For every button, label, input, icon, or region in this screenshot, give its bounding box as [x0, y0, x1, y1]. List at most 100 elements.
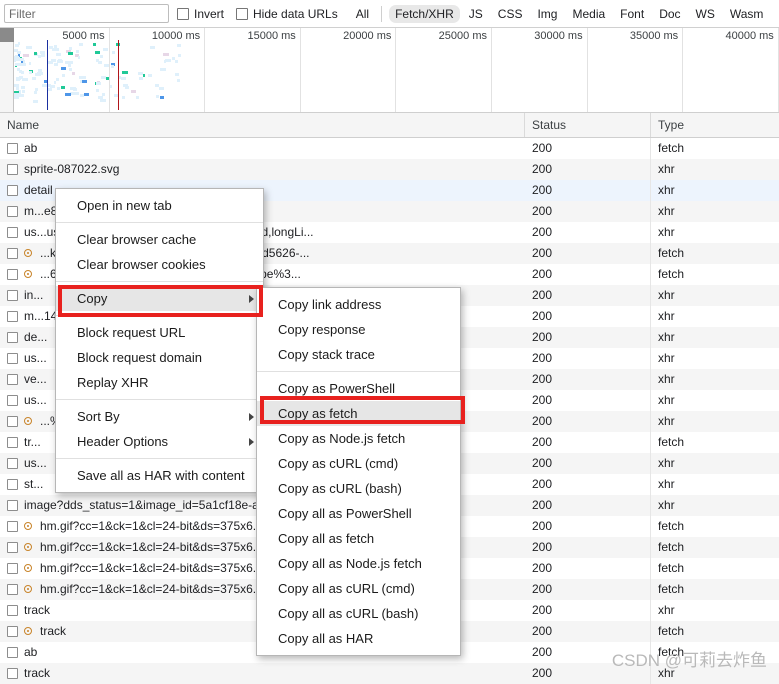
menu-item-copy-response[interactable]: Copy response — [257, 317, 460, 342]
filter-chip-all[interactable]: All — [350, 5, 375, 23]
table-row[interactable]: ab200fetch — [0, 138, 779, 159]
cell-type: fetch — [651, 264, 779, 285]
row-checkbox[interactable] — [7, 332, 18, 343]
row-checkbox[interactable] — [7, 353, 18, 364]
request-context-menu[interactable]: Open in new tab Clear browser cache Clear … — [55, 188, 264, 493]
hide-data-urls-checkbox[interactable]: Hide data URLs — [236, 7, 338, 21]
chevron-right-icon — [249, 413, 254, 421]
menu-item-block-request-domain[interactable]: Block request domain — [56, 345, 263, 370]
menu-item-copy-as-curl-bash[interactable]: Copy as cURL (bash) — [257, 476, 460, 501]
row-checkbox[interactable] — [7, 164, 18, 175]
row-checkbox[interactable] — [7, 668, 18, 679]
overview-left-handle[interactable] — [0, 28, 14, 112]
menu-item-copy-link-address[interactable]: Copy link address — [257, 292, 460, 317]
row-checkbox[interactable] — [7, 584, 18, 595]
cell-type: xhr — [651, 390, 779, 411]
row-checkbox[interactable] — [7, 542, 18, 553]
filter-chip-wasm[interactable]: Wasm — [724, 5, 770, 23]
cell-type: fetch — [651, 432, 779, 453]
invert-checkbox[interactable]: Invert — [177, 7, 224, 21]
row-checkbox[interactable] — [7, 206, 18, 217]
filter-chip-css[interactable]: CSS — [492, 5, 529, 23]
row-checkbox[interactable] — [7, 248, 18, 259]
menu-item-copy-as-curl-cmd[interactable]: Copy as cURL (cmd) — [257, 451, 460, 476]
table-row[interactable]: sprite-087022.svg200xhr — [0, 159, 779, 180]
menu-item-copy-stack-trace[interactable]: Copy stack trace — [257, 342, 460, 367]
menu-item-label: Clear browser cache — [77, 232, 196, 247]
menu-item-copy[interactable]: Copy — [56, 286, 263, 311]
invert-checkbox-box[interactable] — [177, 8, 189, 20]
menu-item-copy-all-as-powershell[interactable]: Copy all as PowerShell — [257, 501, 460, 526]
row-checkbox[interactable] — [7, 395, 18, 406]
filter-chip-img[interactable]: Img — [531, 5, 563, 23]
menu-item-clear-browser-cookies[interactable]: Clear browser cookies — [56, 252, 263, 277]
row-checkbox[interactable] — [7, 479, 18, 490]
request-name-label: ab — [24, 642, 37, 663]
menu-item-copy-as-fetch[interactable]: Copy as fetch — [257, 401, 460, 426]
filter-chip-js[interactable]: JS — [463, 5, 489, 23]
menu-item-copy-all-as-node-js-fetch[interactable]: Copy all as Node.js fetch — [257, 551, 460, 576]
menu-item-clear-browser-cache[interactable]: Clear browser cache — [56, 227, 263, 252]
copy-submenu[interactable]: Copy link address Copy responseCopy stack… — [256, 287, 461, 656]
load-event-line — [118, 40, 119, 110]
menu-item-block-request-url[interactable]: Block request URL — [56, 320, 263, 345]
menu-separator — [56, 458, 263, 459]
row-checkbox[interactable] — [7, 185, 18, 196]
invert-label: Invert — [194, 7, 224, 21]
row-checkbox[interactable] — [7, 500, 18, 511]
cell-type: xhr — [651, 474, 779, 495]
menu-item-save-all-as-har-with-content[interactable]: Save all as HAR with content — [56, 463, 263, 488]
cell-status: 200 — [525, 432, 651, 453]
column-header-status[interactable]: Status — [525, 113, 651, 137]
request-name-label: track — [24, 600, 50, 621]
network-overview-timeline[interactable]: 5000 ms10000 ms15000 ms20000 ms25000 ms3… — [0, 28, 779, 113]
timeline-tick-label: 40000 ms — [725, 30, 773, 42]
row-checkbox[interactable] — [7, 605, 18, 616]
menu-item-copy-as-node-js-fetch[interactable]: Copy as Node.js fetch — [257, 426, 460, 451]
menu-item-label: Sort By — [77, 409, 120, 424]
menu-item-label: Copy all as cURL (cmd) — [278, 581, 415, 596]
cell-name[interactable]: sprite-087022.svg — [0, 159, 525, 180]
cell-name[interactable]: ab — [0, 138, 525, 159]
menu-item-label: Copy all as fetch — [278, 531, 374, 546]
cell-name[interactable]: track — [0, 663, 525, 684]
filter-chip-fetch-xhr[interactable]: Fetch/XHR — [389, 5, 460, 23]
row-checkbox[interactable] — [7, 227, 18, 238]
table-row[interactable]: track200xhr — [0, 663, 779, 684]
cell-status: 200 — [525, 663, 651, 684]
filter-chip-manifest[interactable]: Manifest — [772, 5, 779, 23]
cell-type: fetch — [651, 579, 779, 600]
row-checkbox[interactable] — [7, 521, 18, 532]
cell-type: xhr — [651, 201, 779, 222]
column-header-type[interactable]: Type — [651, 113, 779, 137]
menu-item-sort-by[interactable]: Sort By — [56, 404, 263, 429]
row-checkbox[interactable] — [7, 269, 18, 280]
menu-item-copy-all-as-curl-cmd[interactable]: Copy all as cURL (cmd) — [257, 576, 460, 601]
menu-item-open-in-new-tab[interactable]: Open in new tab — [56, 193, 263, 218]
row-checkbox[interactable] — [7, 458, 18, 469]
filter-input[interactable] — [4, 4, 169, 23]
row-checkbox[interactable] — [7, 374, 18, 385]
row-checkbox[interactable] — [7, 626, 18, 637]
filter-chip-font[interactable]: Font — [614, 5, 650, 23]
row-checkbox[interactable] — [7, 311, 18, 322]
hide-data-urls-checkbox-box[interactable] — [236, 8, 248, 20]
menu-item-copy-all-as-curl-bash[interactable]: Copy all as cURL (bash) — [257, 601, 460, 626]
menu-item-copy-as-powershell[interactable]: Copy as PowerShell — [257, 376, 460, 401]
filter-chip-media[interactable]: Media — [566, 5, 611, 23]
menu-item-copy-all-as-fetch[interactable]: Copy all as fetch — [257, 526, 460, 551]
column-header-name[interactable]: Name — [0, 113, 525, 137]
filter-chip-doc[interactable]: Doc — [653, 5, 686, 23]
request-initiator-icon — [24, 627, 34, 637]
menu-item-replay-xhr[interactable]: Replay XHR — [56, 370, 263, 395]
row-checkbox[interactable] — [7, 416, 18, 427]
menu-item-header-options[interactable]: Header Options — [56, 429, 263, 454]
row-checkbox[interactable] — [7, 143, 18, 154]
row-checkbox[interactable] — [7, 647, 18, 658]
row-checkbox[interactable] — [7, 437, 18, 448]
row-checkbox[interactable] — [7, 290, 18, 301]
menu-item-copy-all-as-har[interactable]: Copy all as HAR — [257, 626, 460, 651]
row-checkbox[interactable] — [7, 563, 18, 574]
menu-item-label: Copy link address — [278, 297, 381, 312]
filter-chip-ws[interactable]: WS — [690, 5, 721, 23]
